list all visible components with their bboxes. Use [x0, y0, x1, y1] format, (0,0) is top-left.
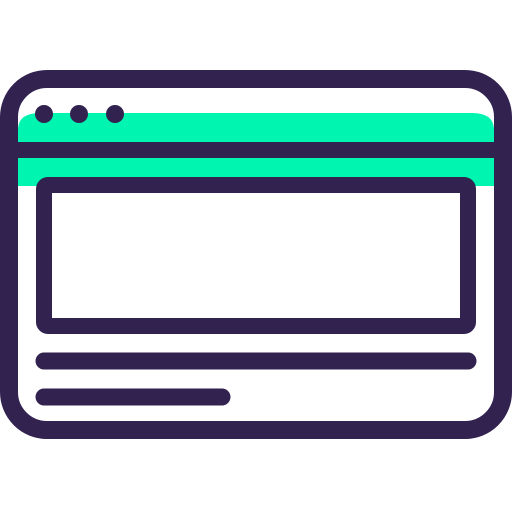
window-dot-2 [70, 105, 88, 123]
content-panel [36, 177, 476, 334]
browser-window-icon-graphic [0, 70, 512, 439]
window-dot-1 [35, 105, 53, 123]
window-dot-3 [106, 105, 124, 123]
browser-window-icon [0, 0, 512, 512]
